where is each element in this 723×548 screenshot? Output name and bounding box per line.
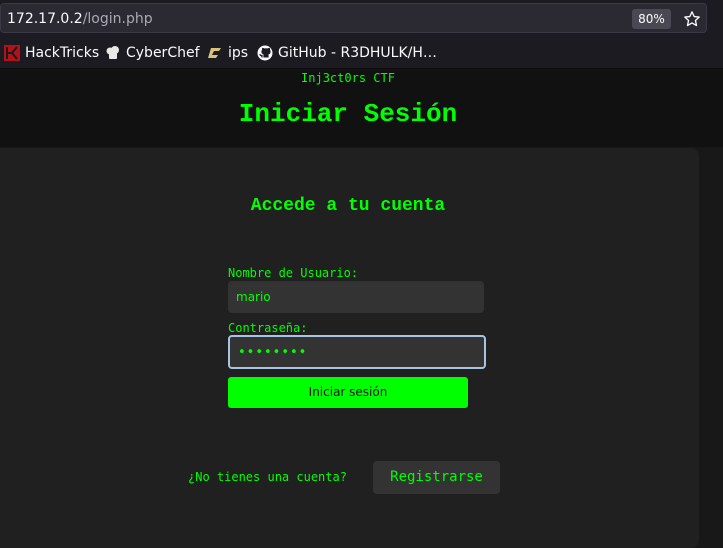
hacktricks-icon xyxy=(4,45,20,61)
username-input[interactable]: mario xyxy=(228,281,484,313)
site-brand: Inj3ct0rs CTF xyxy=(301,71,395,85)
login-button[interactable]: Iniciar sesión xyxy=(228,377,468,408)
bookmark-star-icon[interactable] xyxy=(683,10,701,28)
url-path: /login.php xyxy=(82,11,153,27)
register-button[interactable]: Registrarse xyxy=(373,461,500,494)
bookmark-label: GitHub - R3DHULK/H… xyxy=(278,45,437,61)
bookmark-label: CyberChef xyxy=(126,45,200,61)
bookmark-label: ips xyxy=(228,45,249,61)
card-heading: Accede a tu cuenta xyxy=(250,196,446,216)
page-content: Inj3ct0rs CTF Iniciar Sesión Accede a tu… xyxy=(0,69,723,548)
signup-prompt: ¿No tienes una cuenta? xyxy=(188,470,347,484)
github-icon xyxy=(257,45,273,61)
ips-icon xyxy=(208,48,221,58)
bookmark-ips[interactable]: ips xyxy=(207,44,248,62)
bookmark-hacktricks[interactable]: HackTricks xyxy=(4,44,99,62)
page-header: Inj3ct0rs CTF Iniciar Sesión xyxy=(0,69,723,147)
bookmark-github[interactable]: GitHub - R3DHULK/H… xyxy=(257,44,437,62)
url-text[interactable]: 172.17.0.2/login.php xyxy=(7,11,153,27)
cyberchef-icon xyxy=(106,46,119,59)
bookmarks-toolbar: HackTricks CyberChef ips GitHub - R3DHUL… xyxy=(0,38,723,69)
url-host: 172.17.0.2 xyxy=(7,11,83,27)
password-input[interactable]: •••••••• xyxy=(228,335,486,369)
bookmark-label: HackTricks xyxy=(25,45,100,61)
page-title: Iniciar Sesión xyxy=(238,99,458,129)
bookmark-cyberchef[interactable]: CyberChef xyxy=(105,44,200,62)
browser-toolbar: 172.17.0.2/login.php 80% xyxy=(0,0,723,38)
password-label: Contraseña: xyxy=(228,321,308,335)
password-mask: •••••••• xyxy=(238,345,308,360)
address-bar[interactable]: 172.17.0.2/login.php 80% xyxy=(0,3,707,33)
zoom-level-badge[interactable]: 80% xyxy=(632,9,671,29)
username-label: Nombre de Usuario: xyxy=(228,266,359,280)
